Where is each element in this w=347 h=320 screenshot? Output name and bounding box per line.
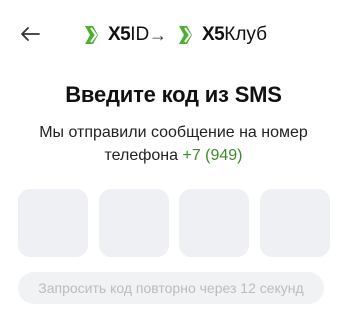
arrow-left-icon (21, 27, 40, 41)
x5-mark-icon (85, 26, 98, 44)
resend-code-label: Запросить код повторно через 12 секунд (38, 280, 304, 296)
brand-right-strong: X5 (202, 24, 225, 45)
code-digit-input-2[interactable] (98, 189, 169, 257)
code-input-group (18, 189, 330, 257)
x5id-logo: X5 ID (82, 22, 149, 48)
back-button[interactable] (16, 20, 44, 48)
code-digit-input-4[interactable] (259, 189, 330, 257)
header: X5 ID → X5 Клуб (0, 14, 347, 54)
subtitle-line1: Мы отправили сообщение на номер (39, 124, 308, 141)
separator-arrow: → (149, 25, 167, 45)
code-digit-input-1[interactable] (18, 189, 88, 257)
page-title: Введите код из SMS (65, 82, 282, 107)
brand-right-light: Клуб (224, 24, 267, 45)
brand-left-strong: X5 (108, 24, 131, 45)
phone-number: +7 (949) (182, 147, 243, 164)
subtitle-line2-prefix: телефона (104, 147, 183, 164)
brand-left-light: ID (130, 24, 150, 45)
sms-verification-screen: X5 ID → X5 Клуб Введите код из SMS Мы отпр… (0, 0, 347, 320)
subtitle: Мы отправили сообщение на номер телефона… (0, 121, 347, 167)
x5-mark-icon (179, 26, 192, 44)
resend-code-button[interactable]: Запросить код повторно через 12 секунд (18, 272, 324, 304)
subtitle-line2: телефона +7 (949) (0, 144, 347, 167)
code-digit-input-3[interactable] (179, 189, 250, 257)
x5club-logo: X5 Клуб (176, 22, 267, 48)
